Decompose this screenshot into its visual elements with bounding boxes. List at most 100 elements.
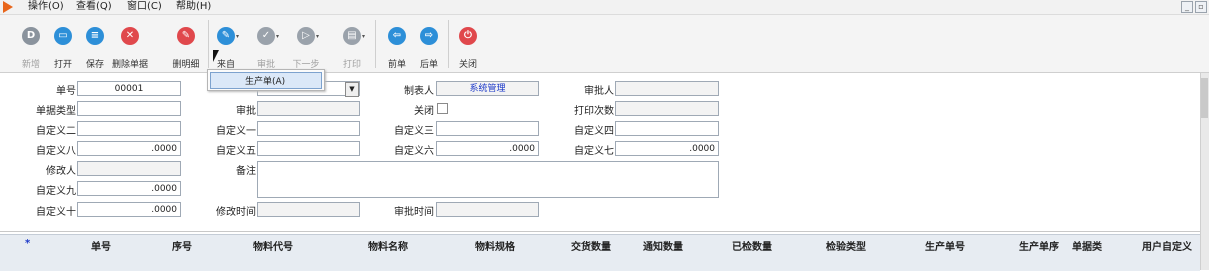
chevron-down-icon[interactable]: ▼ [345,82,359,97]
toolbar-button[interactable]: ⏻ 关闭 [452,22,484,70]
toolbar-button[interactable]: ✓ ▾ 审批 [250,22,282,70]
zdy2-field[interactable] [77,121,181,136]
shenpishijian-field[interactable] [436,202,539,217]
app-logo-icon [3,1,13,13]
toolbar-button-label: 打印 [342,60,361,70]
caret-down-icon: ▾ [236,33,240,40]
dayincishu-label: 打印次数 [574,106,614,117]
grid-column-header[interactable]: 序号 [172,238,192,252]
delete-doc-icon: ✕ [121,27,139,45]
toolbar-separator [208,20,209,68]
zdy3-label: 自定义三 [394,126,434,137]
shenpiren-field[interactable] [615,81,719,96]
toolbar-button[interactable]: ≡ 保存 [79,22,111,70]
zdy1-label: 自定义一 [216,126,256,137]
grid-column-header[interactable]: 物料规格 [475,238,515,252]
delete-detail-icon: ✎ [177,27,195,45]
zdy4-label: 自定义四 [574,126,614,137]
source-from-icon: ✎ [217,27,235,45]
next-record-icon: ⇨ [420,27,438,45]
zdy6-label: 自定义六 [394,146,434,157]
toolbar-separator [448,20,449,68]
approve-icon: ✓ [257,27,275,45]
zhibiaoren-field[interactable]: 系统管理 [436,81,539,96]
caret-down-icon: ▾ [276,33,280,40]
next-step-icon: ▷ [297,27,315,45]
grid-column-header[interactable]: 用户自定义 [1142,238,1200,252]
zdy3-field[interactable] [436,121,539,136]
danjuleixing-label: 单据类型 [36,106,76,117]
toolbar-button[interactable]: ⇨ 后单 [413,22,445,70]
mouse-cursor-icon [213,50,225,62]
toolbar-button-label: 关闭 [458,60,477,70]
zdy2-label: 自定义二 [36,126,76,137]
grid-column-header[interactable]: * [25,238,30,252]
zdy8-label: 自定义八 [36,146,76,157]
zdy9-field[interactable]: .0000 [77,181,181,196]
previous-record-icon: ⇦ [388,27,406,45]
menu-help[interactable]: 帮助(H) [176,0,211,14]
grid-column-header[interactable]: 物料代号 [253,238,293,252]
scrollbar-thumb[interactable] [1201,78,1208,118]
zdy7-label: 自定义七 [574,146,614,157]
menu-operation[interactable]: 操作(O) [28,0,64,14]
xiugaishijian-field[interactable] [257,202,360,217]
zdy5-field[interactable] [257,141,360,156]
danhao-label: 单号 [56,86,76,97]
toolbar-button[interactable]: ✕ 删除单据 [112,22,148,70]
caret-down-icon: ▾ [362,33,366,40]
grid-column-header[interactable]: 检验类型 [826,238,866,252]
menu-window[interactable]: 窗口(C) [127,0,162,14]
grid-column-header[interactable]: 单号 [91,238,111,252]
zdy6-field[interactable]: .0000 [436,141,539,156]
shenpishijian-label: 审批时间 [394,207,434,218]
zdy10-label: 自定义十 [36,207,76,218]
dropdown-item-production-order[interactable]: 生产单(A) [210,72,322,89]
zdy7-field[interactable]: .0000 [615,141,719,156]
danjuleixing-field[interactable] [77,101,181,116]
print-icon: ▤ [343,27,361,45]
grid-column-header[interactable]: 通知数量 [643,238,683,252]
grid-column-header[interactable]: 生产单号 [925,238,965,252]
save-icon: ≡ [86,27,104,45]
xiugairen-field[interactable] [77,161,181,176]
danhao-field[interactable]: 00001 [77,81,181,96]
grid-column-header[interactable]: 已检数量 [732,238,772,252]
toolbar-button[interactable]: ▤ ▾ 打印 [336,22,368,70]
guanbi-checkbox[interactable] [437,103,448,114]
close-icon: ⏻ [459,27,477,45]
zdy8-field[interactable]: .0000 [77,141,181,156]
grid-column-header[interactable]: 物料名称 [368,238,408,252]
new-doc-icon: D [22,27,40,45]
caret-down-icon: ▾ [316,33,320,40]
beizhu-textarea[interactable] [257,161,719,198]
zdy1-field[interactable] [257,121,360,136]
zdy10-field[interactable]: .0000 [77,202,181,217]
shenpi-label: 审批 [236,106,256,117]
divider [0,231,1200,232]
grid-column-header[interactable]: 生产单序 [1019,238,1069,252]
source-dropdown-menu: 生产单(A) [207,69,325,91]
toolbar-separator [375,20,376,68]
grid-column-header[interactable]: 交货数量 [571,238,611,252]
zhibiaoren-label: 制表人 [404,86,434,97]
menu-view[interactable]: 查看(Q) [76,0,112,14]
toolbar-button-label: 删除单据 [111,60,148,70]
beizhu-label: 备注 [236,166,256,177]
dropdown-item-label: 生产单(A) [245,77,286,87]
shenpi-field[interactable] [257,101,360,116]
restore-button[interactable]: ▫ [1195,1,1207,13]
grid-column-header[interactable]: 单据类 [1072,238,1112,252]
xiugaishijian-label: 修改时间 [216,207,256,218]
toolbar-button[interactable]: ▷ ▾ 下一步 [290,22,322,70]
toolbar-button[interactable]: ✎ 删明细 [170,22,202,70]
toolbar-button-label: 删明细 [172,60,200,70]
shenpiren-label: 审批人 [584,86,614,97]
zdy4-field[interactable] [615,121,719,136]
guanbi-label: 关闭 [414,106,434,117]
minimize-button[interactable]: _ [1181,1,1193,13]
zdy9-label: 自定义九 [36,186,76,197]
toolbar-button[interactable]: ✎ ▾ 来自 [210,22,242,70]
toolbar-button-label: 后单 [419,60,438,70]
dayincishu-field[interactable] [615,101,719,116]
